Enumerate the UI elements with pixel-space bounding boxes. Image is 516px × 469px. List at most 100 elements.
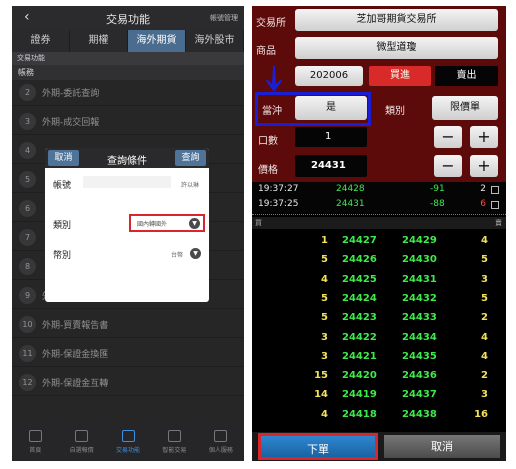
bid-price: 24419 [342, 389, 377, 401]
price-input[interactable]: 24431 [295, 155, 367, 177]
contract-month-select[interactable]: 202006 [295, 66, 363, 86]
bid-price: 24425 [342, 273, 377, 285]
ask-price: 24438 [402, 408, 437, 420]
account-manage-link[interactable]: 帳號管理 [210, 13, 238, 23]
home-icon [28, 430, 42, 442]
bid-header: 買 [255, 219, 262, 227]
trade-change: -91 [430, 184, 445, 194]
ask-price: 24435 [402, 350, 437, 362]
daytrade-label: 當沖 [262, 106, 282, 117]
currency-label: 幣別 [53, 251, 72, 261]
nav-label: 交易功能 [116, 447, 141, 454]
ask-price: 24430 [402, 254, 437, 266]
checkbox-icon[interactable] [491, 186, 499, 194]
trade-row: 19:37:27 24428 -91 2 [252, 183, 506, 198]
nav-home[interactable]: 首頁 [12, 425, 58, 461]
order-book-row[interactable]: 14 24419 24437 3 [252, 386, 506, 405]
order-entry-panel: 交易所 芝加哥期貨交易所 商品 微型道瓊 202006 買進 賣出 當沖 是 類… [252, 6, 506, 182]
quantity-input[interactable]: 1 [295, 127, 367, 147]
bid-quantity: 4 [321, 408, 328, 420]
bid-quantity: 1 [321, 235, 328, 246]
category-value: 國內轉國外 [137, 221, 168, 228]
bid-quantity: 3 [321, 350, 328, 362]
subtitle: 交易功能 [12, 52, 244, 65]
nav-watchlist[interactable]: 自選報價 [58, 425, 104, 461]
trade-icon [121, 430, 135, 442]
order-book-row[interactable]: 3 24421 24435 4 [252, 348, 506, 367]
bid-price: 24418 [342, 408, 377, 420]
chevron-down-icon[interactable]: ▼ [190, 248, 201, 259]
ask-price: 24432 [402, 292, 437, 304]
right-phone-screen: 交易所 芝加哥期貨交易所 商品 微型道瓊 202006 買進 賣出 當沖 是 類… [252, 6, 506, 461]
price-label: 價格 [258, 165, 278, 176]
trade-volume: 6 [480, 199, 486, 209]
ask-quantity: 4 [481, 350, 488, 362]
action-bar: 下單 取消 [252, 432, 506, 461]
price-minus-button[interactable]: − [434, 155, 462, 177]
daytrade-select[interactable]: 是 [295, 96, 367, 120]
order-book-row[interactable]: 5 24423 24433 2 [252, 309, 506, 328]
bid-quantity: 5 [321, 292, 328, 304]
bid-quantity: 4 [321, 273, 328, 285]
order-book-row[interactable]: 1 24427 24429 4 [252, 232, 506, 251]
exchange-label: 交易所 [256, 18, 286, 29]
trade-price: 24431 [336, 199, 365, 209]
chevron-down-icon: ▼ [189, 218, 200, 229]
order-book-row[interactable]: 5 24424 24432 5 [252, 290, 506, 309]
bid-price: 24427 [342, 235, 377, 246]
bid-price: 24426 [342, 254, 377, 266]
order-book-row[interactable]: 4 24418 24438 16 [252, 406, 506, 425]
recent-trades-list: 19:37:27 24428 -91 2 19:37:25 24431 -88 6 [252, 182, 506, 214]
trade-volume: 2 [480, 184, 486, 194]
place-order-button[interactable]: 下單 [258, 433, 378, 460]
nav-trading[interactable]: 交易功能 [105, 425, 151, 461]
arrow-down-icon [266, 66, 282, 92]
tab-securities[interactable]: 證券 [12, 30, 70, 52]
price-plus-button[interactable]: + [470, 155, 498, 177]
ask-price: 24434 [402, 331, 437, 343]
ask-price: 24436 [402, 370, 437, 382]
order-book-row[interactable]: 15 24420 24436 2 [252, 367, 506, 386]
bid-quantity: 3 [321, 331, 328, 343]
order-book-row[interactable]: 5 24426 24430 5 [252, 251, 506, 270]
trade-time: 19:37:25 [258, 199, 299, 209]
product-select[interactable]: 微型道瓊 [295, 37, 498, 59]
cancel-order-button[interactable]: 取消 [384, 435, 500, 458]
tab-overseas-stocks[interactable]: 海外股市 [186, 30, 244, 52]
quantity-minus-button[interactable]: − [434, 126, 462, 148]
nav-personal[interactable]: 個人服務 [198, 425, 244, 461]
tab-overseas-futures[interactable]: 海外期貨 [128, 30, 186, 52]
smart-icon [167, 430, 181, 442]
order-type-select[interactable]: 限價單 [432, 96, 498, 120]
order-book-row[interactable]: 4 24425 24431 3 [252, 271, 506, 290]
exchange-select[interactable]: 芝加哥期貨交易所 [295, 9, 498, 31]
bid-price: 24424 [342, 292, 377, 304]
dialog-query-button[interactable]: 查詢 [175, 150, 206, 166]
buy-button[interactable]: 買進 [369, 66, 431, 86]
product-label: 商品 [256, 46, 276, 57]
user-icon [214, 430, 228, 442]
ask-quantity: 5 [481, 292, 488, 304]
account-field[interactable] [83, 176, 171, 188]
trade-price: 24428 [336, 184, 365, 194]
trade-row: 19:37:25 24431 -88 6 [252, 198, 506, 213]
tab-futures-options[interactable]: 期權 [70, 30, 128, 52]
ask-quantity: 2 [481, 312, 488, 324]
section-header-accounts: 帳務 [12, 65, 244, 80]
ask-price: 24429 [402, 235, 437, 246]
quantity-plus-button[interactable]: + [470, 126, 498, 148]
chart-icon [75, 430, 89, 442]
order-book-row[interactable]: 3 24422 24434 4 [252, 329, 506, 348]
nav-smart-trade[interactable]: 智能交易 [151, 425, 197, 461]
checkbox-icon[interactable] [491, 201, 499, 209]
bid-price: 24421 [342, 350, 377, 362]
category-select[interactable]: 國內轉國外 ▼ [129, 214, 205, 232]
ask-header: 賣 [495, 219, 502, 227]
bid-quantity: 5 [321, 312, 328, 324]
ask-quantity: 2 [481, 370, 488, 382]
currency-value[interactable]: 台幣 [171, 250, 183, 259]
bottom-nav: 首頁 自選報價 交易功能 智能交易 個人服務 [12, 425, 244, 461]
market-tabs: 證券 期權 海外期貨 海外股市 [12, 30, 244, 52]
bid-price: 24423 [342, 312, 377, 324]
sell-button[interactable]: 賣出 [435, 66, 498, 86]
